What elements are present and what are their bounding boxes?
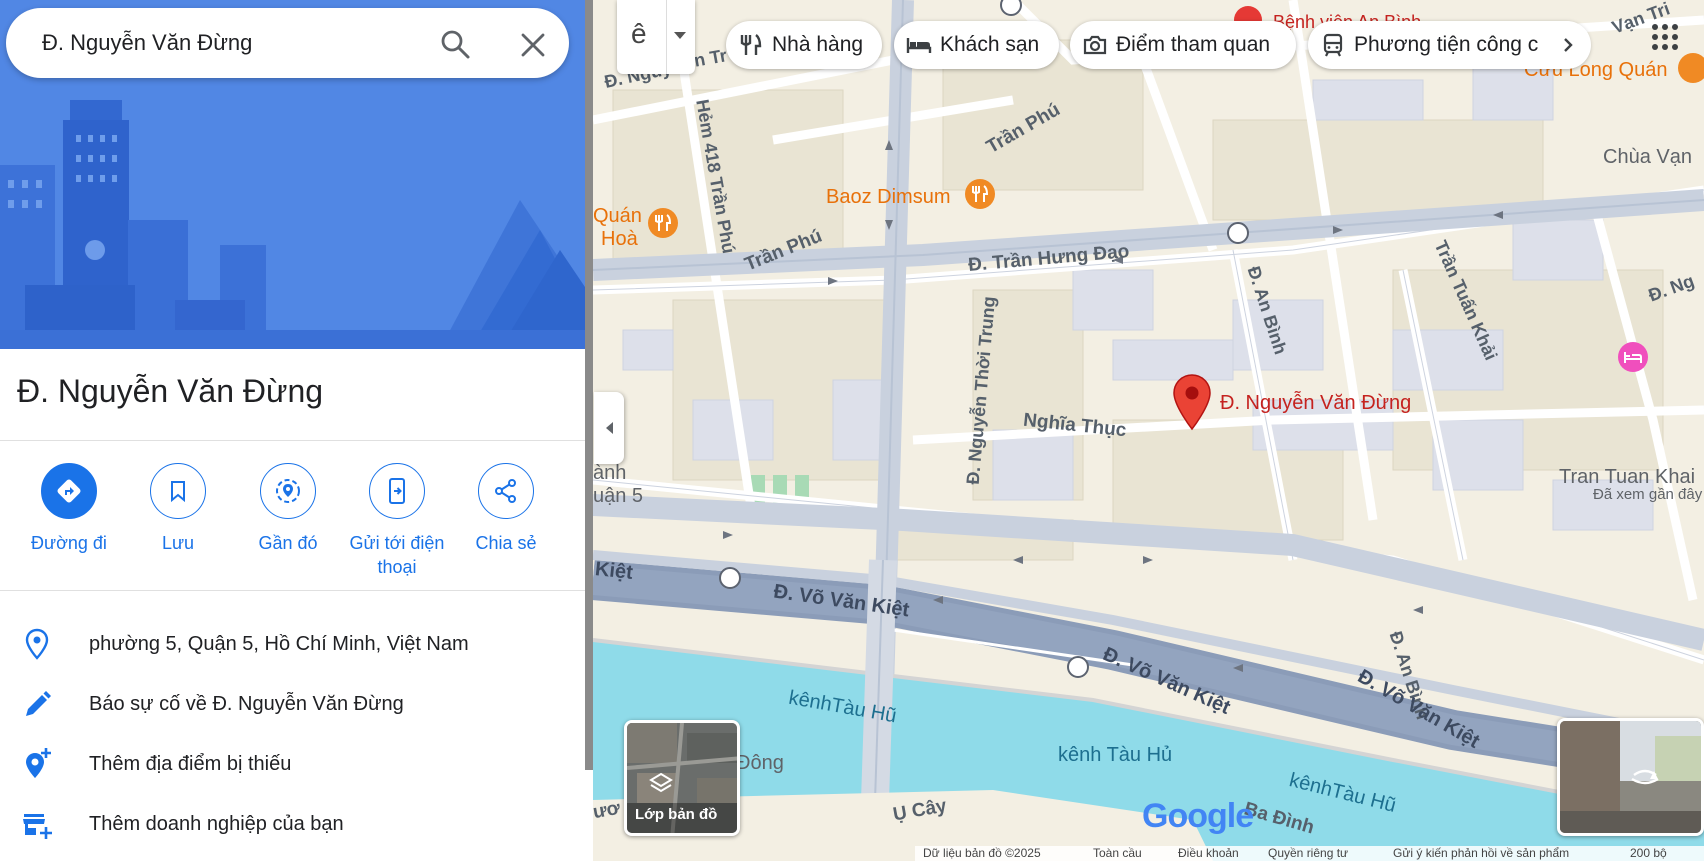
report-issue-row[interactable]: Báo sự cố về Đ. Nguyễn Văn Đừng [0, 677, 587, 731]
divider [0, 590, 587, 591]
terms-link[interactable]: Điều khoản [1178, 846, 1239, 860]
chip-restaurants[interactable]: Nhà hàng [726, 21, 882, 69]
nearby-icon [260, 463, 316, 519]
area-label: ành [593, 462, 627, 484]
region-link[interactable]: Toàn cầu [1093, 846, 1142, 860]
google-logo: Google [1142, 797, 1254, 836]
save-label: Lưu [161, 533, 195, 553]
chip-label: Phương tiện công c [1354, 33, 1539, 56]
close-search-button[interactable] [518, 30, 548, 60]
search-box [6, 8, 569, 78]
send-to-phone-button[interactable]: Gửi tới điện thoại [337, 463, 457, 579]
nearby-button[interactable]: Gần đó [228, 463, 348, 555]
area-label: Đông [736, 752, 784, 774]
google-logo-text: Google [1142, 797, 1254, 835]
place-panel: Đ. Nguyễn Văn Đừng Đường đi Lưu Gần đó [0, 0, 587, 861]
address-text: phường 5, Quận 5, Hồ Chí Minh, Việt Nam [89, 633, 469, 655]
privacy-link[interactable]: Quyền riêng tư [1268, 846, 1348, 860]
selected-place-label[interactable]: Đ. Nguyễn Văn Đừng [1220, 392, 1411, 415]
collapse-panel-button[interactable] [594, 392, 624, 464]
poi-label[interactable]: Hoà [601, 228, 638, 251]
search-icon [441, 30, 470, 59]
selected-place-pin-icon[interactable] [1172, 373, 1212, 431]
directions-label: Đường đi [31, 533, 107, 553]
restaurant-icon [740, 34, 762, 55]
panel-scrollbar[interactable] [585, 0, 593, 770]
water-label: kênh Tàu Hủ [1058, 744, 1173, 766]
bookmark-icon [150, 463, 206, 519]
poi-label[interactable]: Baoz Dimsum [826, 186, 950, 209]
camera-icon [1083, 35, 1107, 55]
caret-left-icon [606, 422, 613, 434]
location-pin-icon [22, 627, 52, 661]
add-place-text: Thêm địa điểm bị thiếu [89, 753, 292, 775]
map-data-attribution[interactable]: Dữ liệu bản đồ ©2025 [923, 846, 1041, 860]
report-issue-text: Báo sự cố về Đ. Nguyễn Văn Đừng [89, 693, 404, 715]
send-to-phone-label: Gửi tới điện thoại [349, 533, 445, 577]
layers-label: Lớp bản đồ [635, 806, 718, 823]
pencil-icon [22, 687, 52, 721]
share-button[interactable]: Chia sẻ [446, 463, 566, 555]
share-label: Chia sẻ [475, 533, 537, 553]
scale-label[interactable]: 200 bộ [1630, 846, 1667, 860]
map-canvas[interactable]: Đ. Nguy n Tr Hẻm 418 Trần Phú Trần Phú T… [593, 0, 1704, 861]
rotate-360-icon [1631, 769, 1659, 785]
divider [0, 440, 587, 441]
share-icon [478, 463, 534, 519]
directions-icon [41, 463, 97, 519]
chip-attractions[interactable]: Điểm tham quan [1070, 21, 1296, 69]
chevron-right-icon [1564, 38, 1573, 52]
poi-label[interactable]: Quán [593, 205, 642, 228]
chips-next-button[interactable] [1545, 21, 1591, 69]
input-tool-glyph: ê [631, 18, 647, 49]
add-business-icon [22, 807, 52, 841]
nearby-label: Gần đó [258, 533, 318, 553]
divider [666, 0, 667, 74]
chip-label: Điểm tham quan [1116, 33, 1271, 56]
add-place-icon [22, 747, 52, 781]
restaurant-icon [655, 214, 672, 231]
map-layers-button[interactable]: Lớp bản đồ [624, 720, 740, 836]
save-button[interactable]: Lưu [118, 463, 238, 555]
add-business-text: Thêm doanh nghiệp của bạn [89, 813, 344, 835]
map-footer: Dữ liệu bản đồ ©2025 Toàn cầu Điều khoản… [915, 846, 1704, 861]
street-label: Kiệt [594, 558, 634, 584]
search-button[interactable] [439, 28, 471, 60]
layers-icon [649, 772, 673, 793]
chip-label: Khách sạn [940, 33, 1040, 56]
apps-grid-icon[interactable] [1650, 22, 1680, 52]
directions-button[interactable]: Đường đi [9, 463, 129, 555]
place-title: Đ. Nguyễn Văn Đừng [17, 373, 324, 409]
chip-label: Nhà hàng [772, 33, 864, 56]
close-icon [521, 33, 545, 57]
add-business-row[interactable]: Thêm doanh nghiệp của bạn [0, 797, 587, 851]
send-to-phone-icon [369, 463, 425, 519]
chevron-down-icon[interactable] [674, 32, 686, 39]
hotel-icon [906, 38, 932, 53]
area-label: uận 5 [593, 485, 644, 507]
street-view-button[interactable] [1557, 718, 1704, 836]
feedback-link[interactable]: Gửi ý kiến phản hồi về sản phẩm [1393, 846, 1569, 860]
poi-sublabel: Đã xem gần đây [1593, 486, 1703, 503]
add-place-row[interactable]: Thêm địa điểm bị thiếu [0, 737, 587, 791]
search-input[interactable] [42, 28, 422, 58]
poi-label[interactable]: Chùa Vạn [1603, 146, 1692, 169]
restaurant-icon [972, 185, 989, 202]
hotel-icon [1624, 352, 1642, 363]
transit-icon [1323, 33, 1343, 57]
chip-hotels[interactable]: Khách sạn [894, 21, 1059, 69]
map-graphics [593, 0, 1704, 861]
input-tool-button[interactable]: ê [617, 0, 695, 74]
address-row[interactable]: phường 5, Quận 5, Hồ Chí Minh, Việt Nam [0, 617, 587, 671]
